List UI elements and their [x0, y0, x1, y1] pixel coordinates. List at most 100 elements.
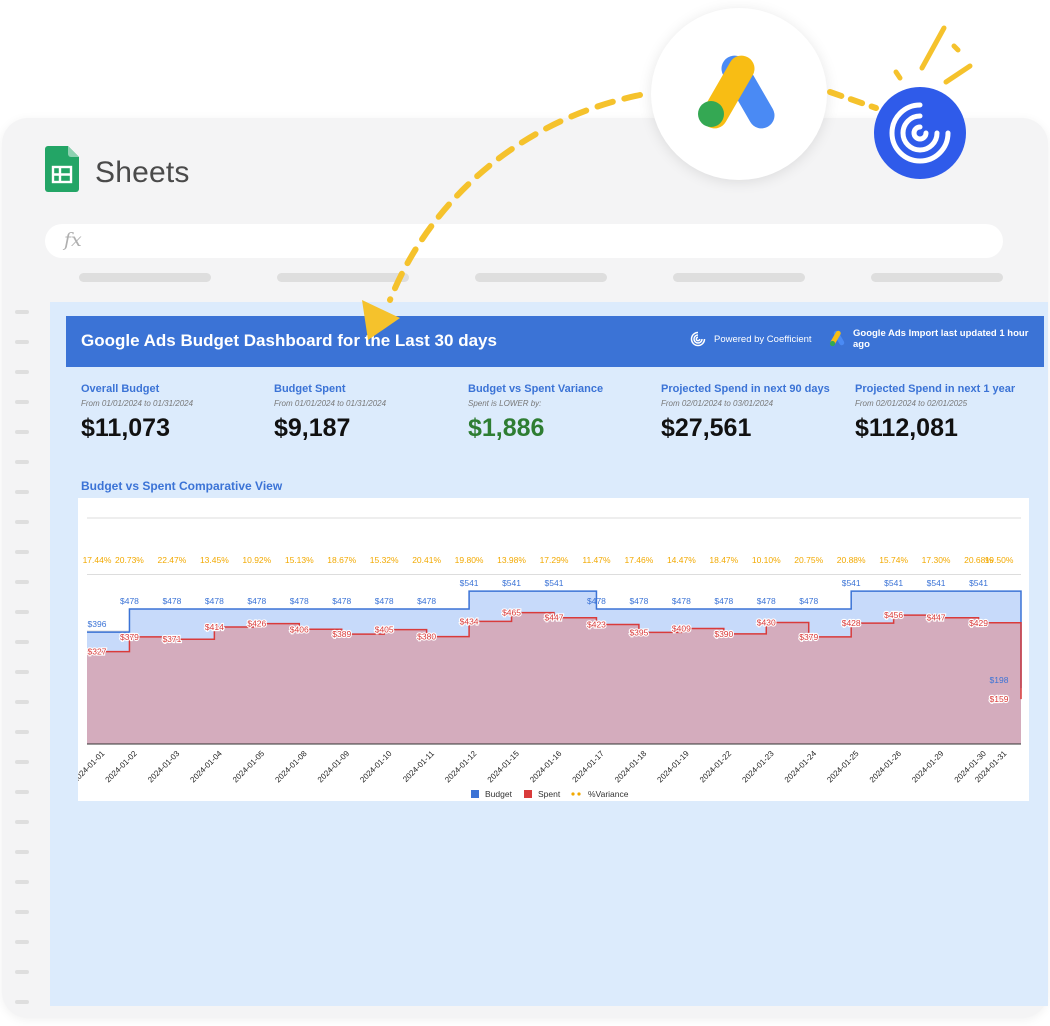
dashboard-title: Google Ads Budget Dashboard for the Last…: [81, 331, 497, 350]
kpi-subtitle: From 01/01/2024 to 01/31/2024: [274, 399, 387, 408]
spent-data-label: $409: [672, 623, 691, 633]
x-tick-label: 2024-01-12: [443, 749, 479, 785]
budget-vs-spent-chart: 17.44% $396 $327 2024-01-01 20.73% $478 $379 20…: [78, 498, 1029, 801]
column-header[interactable]: [673, 273, 805, 282]
budget-data-label: $478: [332, 596, 351, 606]
column-header[interactable]: [79, 273, 211, 282]
variance-label: 20.41%: [412, 555, 441, 565]
google-ads-logo-icon: [698, 55, 775, 129]
column-header[interactable]: [277, 273, 409, 282]
budget-data-label: $478: [629, 596, 648, 606]
row-header[interactable]: [15, 520, 29, 524]
variance-label: 17.29%: [540, 555, 569, 565]
row-header[interactable]: [15, 880, 29, 884]
budget-data-label: $478: [247, 596, 266, 606]
row-header[interactable]: [15, 340, 29, 344]
kpi-label: Budget vs Spent Variance: [468, 383, 604, 395]
budget-data-label: $478: [375, 596, 394, 606]
x-tick-label: 2024-01-15: [486, 749, 522, 785]
sparkle-line: [951, 43, 961, 53]
spent-data-label: $389: [332, 629, 351, 639]
column-header[interactable]: [475, 273, 607, 282]
spent-data-label: $430: [757, 618, 776, 628]
budget-data-label: $541: [545, 578, 564, 588]
row-header[interactable]: [15, 790, 29, 794]
row-header[interactable]: [15, 580, 29, 584]
variance-label: 15.13%: [285, 555, 314, 565]
legend-label: %Variance: [588, 789, 629, 799]
budget-data-label: $541: [460, 578, 479, 588]
sparkle-line: [919, 25, 947, 71]
spent-data-label: $327: [88, 647, 107, 657]
spent-data-label: $380: [417, 632, 436, 642]
variance-label: 17.46%: [624, 555, 653, 565]
spent-data-label: $447: [545, 613, 564, 623]
budget-data-label: $478: [714, 596, 733, 606]
row-header[interactable]: [15, 850, 29, 854]
budget-data-label: $541: [842, 578, 861, 588]
legend-swatch: [524, 790, 532, 798]
google-ads-badge: [651, 8, 827, 180]
legend-swatch: [471, 790, 479, 798]
row-header[interactable]: [15, 820, 29, 824]
spent-data-label: $456: [884, 610, 903, 620]
variance-label: 19.50%: [985, 555, 1014, 565]
spent-data-label: $428: [842, 618, 861, 628]
row-header[interactable]: [15, 460, 29, 464]
row-header[interactable]: [15, 730, 29, 734]
row-header[interactable]: [15, 610, 29, 614]
budget-data-label: $478: [205, 596, 224, 606]
row-header[interactable]: [15, 700, 29, 704]
x-tick-label: 2024-01-26: [868, 749, 904, 785]
spent-data-label: $405: [375, 625, 394, 635]
x-tick-label: 2024-01-16: [528, 749, 564, 785]
x-tick-label: 2024-01-10: [358, 749, 394, 785]
variance-label: 17.44%: [83, 555, 112, 565]
row-header[interactable]: [15, 370, 29, 374]
variance-label: 18.67%: [327, 555, 356, 565]
row-header[interactable]: [15, 970, 29, 974]
app-title: Sheets: [95, 156, 190, 189]
spent-data-label: $423: [587, 620, 606, 630]
variance-label: 10.10%: [752, 555, 781, 565]
x-tick-label: 2024-01-29: [910, 749, 946, 785]
kpi-subtitle: From 02/01/2024 to 02/01/2025: [855, 399, 968, 408]
row-header[interactable]: [15, 400, 29, 404]
row-header[interactable]: [15, 910, 29, 914]
formula-bar[interactable]: fx: [45, 224, 1003, 258]
row-header[interactable]: [15, 940, 29, 944]
row-header[interactable]: [15, 670, 29, 674]
kpi-value: $1,886: [468, 414, 545, 442]
spent-data-label: $429: [969, 618, 988, 628]
row-header[interactable]: [15, 760, 29, 764]
spent-data-label: $406: [290, 624, 309, 634]
x-tick-label: 2024-01-04: [188, 749, 224, 785]
column-header[interactable]: [871, 273, 1003, 282]
kpi-value: $9,187: [274, 414, 351, 442]
kpi-label: Projected Spend in next 1 year: [855, 383, 1016, 395]
spent-data-label: $371: [162, 634, 181, 644]
variance-label: 13.98%: [497, 555, 526, 565]
x-tick-label: 2024-01-03: [146, 749, 182, 785]
row-header[interactable]: [15, 490, 29, 494]
row-header[interactable]: [15, 640, 29, 644]
kpi-overall-budget: Overall Budget From 01/01/2024 to 01/31/…: [81, 383, 271, 443]
coefficient-icon: [690, 331, 706, 347]
row-header[interactable]: [15, 430, 29, 434]
variance-label: 10.92%: [242, 555, 271, 565]
kpi-label: Overall Budget: [81, 383, 160, 395]
kpi-value: $112,081: [855, 414, 958, 442]
budget-data-label: $478: [290, 596, 309, 606]
budget-data-label: $478: [587, 596, 606, 606]
legend-label: Spent: [538, 789, 561, 799]
sparkle-line: [943, 63, 973, 85]
budget-data-label: $396: [88, 619, 107, 629]
x-tick-label: 2024-01-24: [783, 749, 819, 785]
x-tick-label: 2024-01-23: [740, 749, 776, 785]
row-header[interactable]: [15, 310, 29, 314]
budget-data-label: $478: [417, 596, 436, 606]
kpi-label: Projected Spend in next 90 days: [661, 383, 830, 395]
row-header[interactable]: [15, 1000, 29, 1004]
row-header[interactable]: [15, 550, 29, 554]
variance-label: 20.88%: [837, 555, 866, 565]
